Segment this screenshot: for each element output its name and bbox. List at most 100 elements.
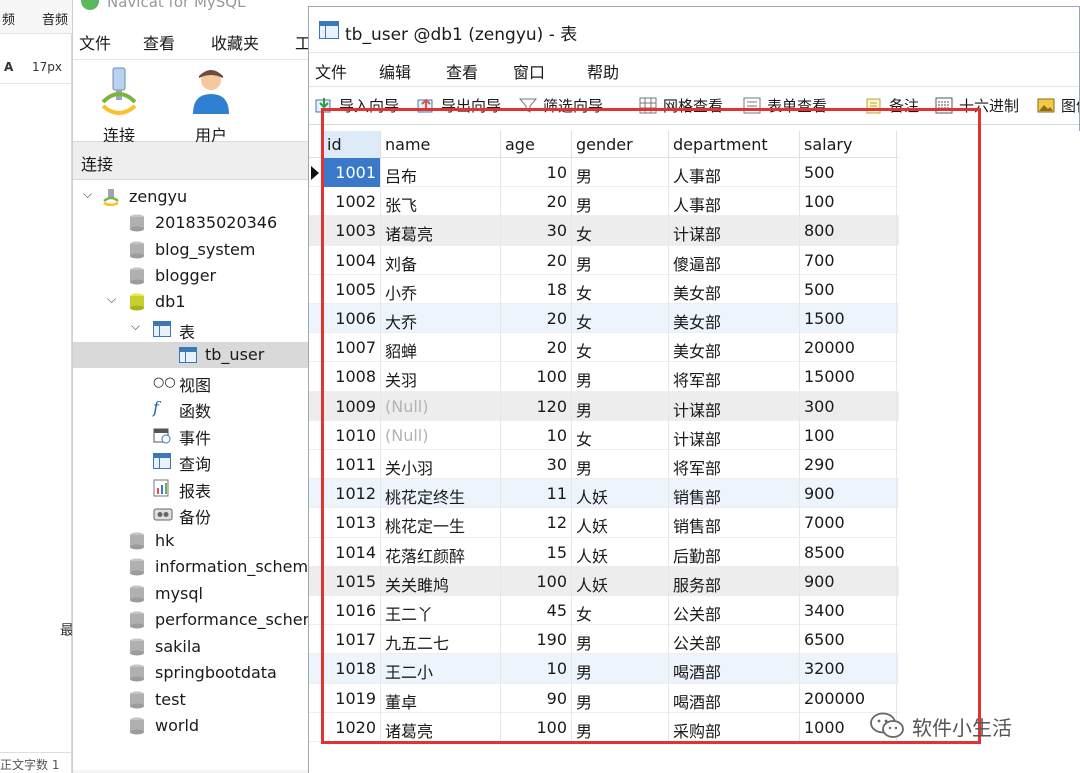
table-row[interactable]: 1016 王二丫 45 女公关部 3400 (309, 596, 899, 626)
cell-department[interactable]: 公关部 (669, 596, 800, 625)
cell-name[interactable]: 诸葛亮 (381, 712, 501, 742)
cell-salary[interactable]: 20000 (800, 333, 897, 363)
table-row[interactable]: 1006 大乔 20 女美女部 1500 (309, 304, 899, 334)
table-row[interactable]: 1009 (Null) 120 男计谋部 300 (309, 391, 899, 421)
cell-department[interactable]: 计谋部 (669, 391, 800, 421)
cell-age[interactable]: 90 (501, 683, 572, 713)
cell-salary[interactable]: 1500 (800, 304, 897, 333)
cell-name[interactable]: 关羽 (381, 362, 501, 392)
cell-salary[interactable]: 500 (800, 158, 897, 187)
cell-name[interactable]: (Null) (381, 420, 501, 450)
cell-age[interactable]: 100 (501, 712, 572, 742)
tree-database[interactable]: blogger (73, 263, 312, 289)
tree-connection-zengyu[interactable]: ⌵ zengyu (73, 184, 312, 210)
cell-gender[interactable]: 人妖 (572, 537, 669, 567)
cell-gender[interactable]: 男 (572, 712, 669, 742)
cell-age[interactable]: 100 (501, 566, 572, 596)
cell-age[interactable]: 45 (501, 596, 572, 625)
cell-name[interactable]: 王二小 (381, 654, 501, 684)
table-row[interactable]: 1018 王二小 10 男喝酒部 3200 (309, 654, 899, 684)
cell-department[interactable]: 喝酒部 (669, 654, 800, 684)
cell-id[interactable]: 1014 (323, 537, 381, 567)
column-header-age[interactable]: age (501, 131, 572, 158)
cell-salary[interactable]: 700 (800, 245, 897, 275)
cell-age[interactable]: 20 (501, 304, 572, 333)
user-button[interactable]: 用户 (179, 66, 243, 145)
tree-database[interactable]: springbootdata (73, 660, 312, 686)
cell-age[interactable]: 190 (501, 625, 572, 655)
tree-database[interactable]: mysql (73, 581, 312, 607)
cell-gender[interactable]: 男 (572, 245, 669, 275)
cell-id[interactable]: 1017 (323, 625, 381, 655)
cell-name[interactable]: 关关雎鸠 (381, 566, 501, 596)
cell-id[interactable]: 1008 (323, 362, 381, 392)
column-header-department[interactable]: department (669, 131, 800, 158)
table-row[interactable]: 1020 诸葛亮 100 男采购部 1000 (309, 712, 899, 742)
cell-name[interactable]: 桃花定终生 (381, 479, 501, 509)
tree-database[interactable]: blog_system (73, 237, 312, 263)
cell-name[interactable]: 张飞 (381, 187, 501, 217)
table-row[interactable]: 1011 关小羽 30 男将军部 290 (309, 450, 899, 480)
cell-age[interactable]: 12 (501, 508, 572, 538)
cell-age[interactable]: 20 (501, 333, 572, 363)
cell-age[interactable]: 10 (501, 158, 572, 187)
tree-views-group[interactable]: ○○ 视图 (73, 369, 312, 395)
cell-id[interactable]: 1007 (323, 333, 381, 363)
tree-database[interactable]: information_schema (73, 554, 312, 580)
cell-name[interactable]: 九五二七 (381, 625, 501, 655)
cell-name[interactable]: 诸葛亮 (381, 216, 501, 246)
table-row[interactable]: 1005 小乔 18 女美女部 500 (309, 274, 899, 304)
connect-button[interactable]: 连接 (87, 66, 151, 145)
cell-name[interactable]: 吕布 (381, 158, 501, 187)
table-row[interactable]: 1012 桃花定终生 11 人妖 销售部 900 (309, 479, 899, 509)
cell-salary[interactable]: 900 (800, 479, 897, 509)
cell-id[interactable]: 1006 (323, 304, 381, 333)
menu-view[interactable]: 查看 (446, 59, 478, 83)
table-row[interactable]: 1010 (Null) 10 女计谋部 100 (309, 420, 899, 450)
cell-salary[interactable]: 8500 (800, 537, 897, 567)
cell-salary[interactable]: 15000 (800, 362, 897, 392)
tree-reports-group[interactable]: 报表 (73, 475, 312, 501)
cell-salary[interactable]: 300 (800, 391, 897, 421)
cell-name[interactable]: 桃花定一生 (381, 508, 501, 538)
menu-favorites[interactable]: 收藏夹 (211, 30, 259, 54)
column-header-salary[interactable]: salary (800, 131, 897, 158)
cell-department[interactable]: 计谋部 (669, 216, 800, 246)
tree-functions-group[interactable]: f 函数 (73, 395, 312, 421)
cell-age[interactable]: 30 (501, 450, 572, 479)
cell-id[interactable]: 1004 (323, 245, 381, 275)
tree-database[interactable]: performance_schema (73, 607, 312, 633)
column-header-name[interactable]: name (381, 131, 501, 158)
table-row[interactable]: 1004 刘备 20 男傻逼部 700 (309, 245, 899, 275)
menu-file[interactable]: 文件 (315, 59, 347, 83)
cell-department[interactable]: 采购部 (669, 712, 800, 742)
cell-id[interactable]: 1012 (323, 479, 381, 509)
cell-gender[interactable]: 男 (572, 391, 669, 421)
cell-name[interactable]: 大乔 (381, 304, 501, 333)
table-row[interactable]: 1002 张飞 20 男人事部 100 (309, 187, 899, 217)
cell-gender[interactable]: 人妖 (572, 566, 669, 596)
cell-name[interactable]: 貂蝉 (381, 333, 501, 363)
cell-id[interactable]: 1020 (323, 712, 381, 742)
table-row[interactable]: 1019 董卓 90 男喝酒部 200000 (309, 683, 899, 713)
cell-department[interactable]: 人事部 (669, 158, 800, 187)
background-tab[interactable]: 频 (2, 9, 15, 28)
cell-gender[interactable]: 男 (572, 625, 669, 655)
table-row[interactable]: 1001 吕布 10 男人事部 500 (309, 158, 899, 188)
cell-gender[interactable]: 男 (572, 683, 669, 713)
cell-department[interactable]: 人事部 (669, 187, 800, 217)
cell-department[interactable]: 公关部 (669, 625, 800, 655)
cell-age[interactable]: 20 (501, 187, 572, 217)
tree-database[interactable]: world (73, 713, 312, 739)
cell-gender[interactable]: 女 (572, 333, 669, 363)
font-size-value[interactable]: 17px (32, 60, 62, 74)
tree-database-db1[interactable]: ⌵ db1 (73, 289, 312, 315)
cell-age[interactable]: 120 (501, 391, 572, 421)
cell-id[interactable]: 1011 (323, 450, 381, 479)
cell-id[interactable]: 1003 (323, 216, 381, 246)
cell-age[interactable]: 10 (501, 654, 572, 684)
menu-help[interactable]: 帮助 (587, 59, 619, 83)
cell-salary[interactable]: 6500 (800, 625, 897, 655)
cell-age[interactable]: 15 (501, 537, 572, 567)
table-row[interactable]: 1008 关羽 100 男将军部 15000 (309, 362, 899, 392)
